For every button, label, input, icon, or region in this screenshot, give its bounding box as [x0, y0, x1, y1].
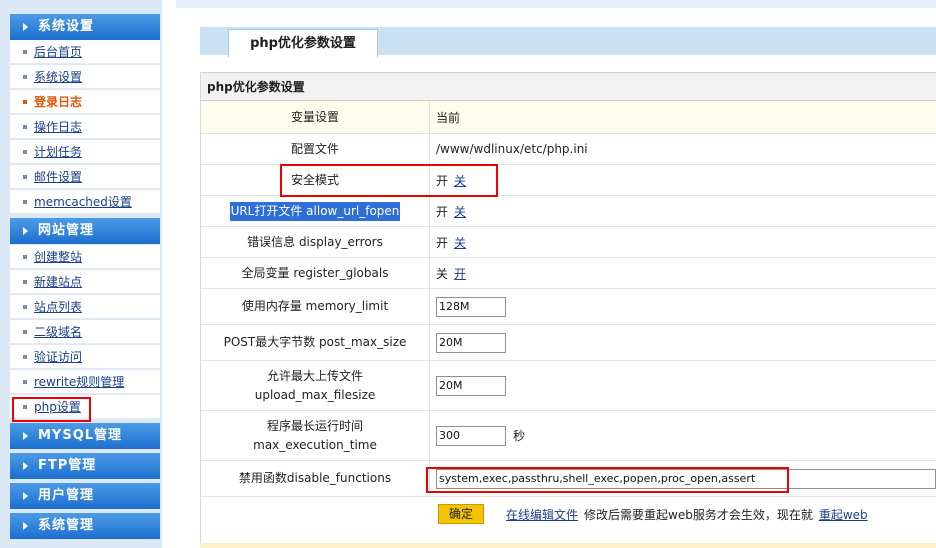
max-execution-time-input[interactable] — [436, 425, 506, 446]
register-globals-label: 全局变量 register_globals — [201, 258, 430, 288]
memory-limit-row: 使用内存量 memory_limit — [201, 289, 936, 325]
upload-max-filesize-label: 允许最大上传文件 upload_max_filesize — [201, 361, 430, 410]
nav-item-new-site[interactable]: 新建站点 — [10, 270, 160, 294]
post-max-size-label: POST最大字节数 post_max_size — [201, 325, 430, 360]
section-ftp-management[interactable]: FTP管理 — [10, 453, 160, 479]
post-max-size-row: POST最大字节数 post_max_size — [201, 325, 936, 361]
upload-max-filesize-input[interactable] — [436, 375, 506, 396]
bottom-strip — [200, 543, 936, 548]
restart-note: 修改后需要重起web服务才会生效，现在就 — [584, 507, 813, 522]
bullet-icon — [23, 150, 27, 154]
nav-item-mail-settings[interactable]: 邮件设置 — [10, 165, 160, 189]
disable-functions-label: 禁用函数disable_functions — [201, 461, 430, 496]
post-max-size-input[interactable] — [436, 332, 506, 353]
header-variable: 变量设置 — [201, 101, 430, 133]
display-errors-label: 错误信息 display_errors — [201, 227, 430, 257]
url-fopen-label: URL打开文件 allow_url_fopen — [229, 201, 401, 221]
register-globals-current: 关 — [436, 266, 449, 281]
nav-item-site-list[interactable]: 站点列表 — [10, 295, 160, 319]
register-globals-row: 全局变量 register_globals 关 开 — [201, 258, 936, 289]
bullet-icon — [23, 355, 27, 359]
bullet-icon — [23, 125, 27, 129]
bullet-icon — [23, 200, 27, 204]
nav-item-auth-access[interactable]: 验证访问 — [10, 345, 160, 369]
nav-item-login-log[interactable]: 登录日志 — [10, 90, 160, 114]
upload-max-filesize-row: 允许最大上传文件 upload_max_filesize — [201, 361, 936, 411]
nav-item-subdomain[interactable]: 二级域名 — [10, 320, 160, 344]
nav-item-create-site[interactable]: 创建整站 — [10, 245, 160, 269]
triangle-right-icon — [23, 492, 28, 500]
bullet-icon — [23, 305, 27, 309]
memory-limit-input[interactable] — [436, 296, 506, 317]
max-execution-time-row: 程序最长运行时间 max_execution_time 秒 — [201, 411, 936, 461]
tab-php-optimization[interactable]: php优化参数设置 — [228, 29, 378, 57]
online-edit-link[interactable]: 在线编辑文件 — [506, 506, 578, 523]
nav-item-operation-log[interactable]: 操作日志 — [10, 115, 160, 139]
max-execution-time-label: 程序最长运行时间 max_execution_time — [201, 411, 430, 460]
table-header-row: 变量设置 当前 — [201, 101, 936, 134]
triangle-right-icon — [23, 462, 28, 470]
url-fopen-toggle-link[interactable]: 关 — [454, 203, 466, 220]
header-current: 当前 — [436, 110, 461, 125]
bullet-icon — [23, 380, 27, 384]
section-user-management[interactable]: 用户管理 — [10, 483, 160, 509]
highlight-disable-functions — [426, 467, 789, 493]
memory-limit-label: 使用内存量 memory_limit — [201, 289, 430, 324]
seconds-unit: 秒 — [513, 429, 526, 443]
panel-title: php优化参数设置 — [201, 72, 936, 101]
nav-item-scheduled-tasks[interactable]: 计划任务 — [10, 140, 160, 164]
bullet-icon — [23, 280, 27, 284]
section-site-management[interactable]: 网站管理 — [10, 218, 160, 244]
triangle-right-icon — [23, 432, 28, 440]
url-fopen-current: 开 — [436, 204, 449, 219]
register-globals-toggle-link[interactable]: 开 — [454, 265, 466, 282]
display-errors-row: 错误信息 display_errors 开 关 — [201, 227, 936, 258]
config-file-value: /www/wdlinux/etc/php.ini — [436, 142, 588, 156]
bullet-icon — [23, 75, 27, 79]
highlight-php-settings — [12, 397, 91, 422]
nav-item-system-settings[interactable]: 系统设置 — [10, 65, 160, 89]
triangle-right-icon — [23, 23, 28, 31]
triangle-right-icon — [23, 522, 28, 530]
top-bar — [176, 0, 936, 8]
bullet-icon — [23, 175, 27, 179]
bullet-icon — [23, 330, 27, 334]
confirm-button[interactable]: 确定 — [438, 504, 484, 524]
section-mysql-management[interactable]: MYSQL管理 — [10, 423, 160, 449]
restart-web-link[interactable]: 重起web — [819, 506, 868, 523]
nav-item-rewrite-rules[interactable]: rewrite规则管理 — [10, 370, 160, 394]
sidebar: 系统设置 后台首页 系统设置 登录日志 操作日志 计划任务 邮件设置 memca… — [0, 0, 162, 548]
nav-item-admin-home[interactable]: 后台首页 — [10, 40, 160, 64]
nav-item-memcached-settings[interactable]: memcached设置 — [10, 190, 160, 214]
triangle-right-icon — [23, 227, 28, 235]
display-errors-toggle-link[interactable]: 关 — [454, 234, 466, 251]
bullet-icon — [23, 255, 27, 259]
highlight-safe-mode — [280, 164, 498, 197]
bullet-icon — [23, 50, 27, 54]
bullet-icon — [23, 100, 27, 104]
url-fopen-row: URL打开文件 allow_url_fopen 开 关 — [201, 196, 936, 227]
config-file-label: 配置文件 — [201, 134, 430, 164]
config-file-row: 配置文件 /www/wdlinux/etc/php.ini — [201, 134, 936, 165]
section-system-settings[interactable]: 系统设置 — [10, 14, 160, 40]
actions-row: 确定 在线编辑文件 修改后需要重起web服务才会生效，现在就 重起web — [201, 497, 936, 531]
section-system-management[interactable]: 系统管理 — [10, 513, 160, 539]
display-errors-current: 开 — [436, 235, 449, 250]
